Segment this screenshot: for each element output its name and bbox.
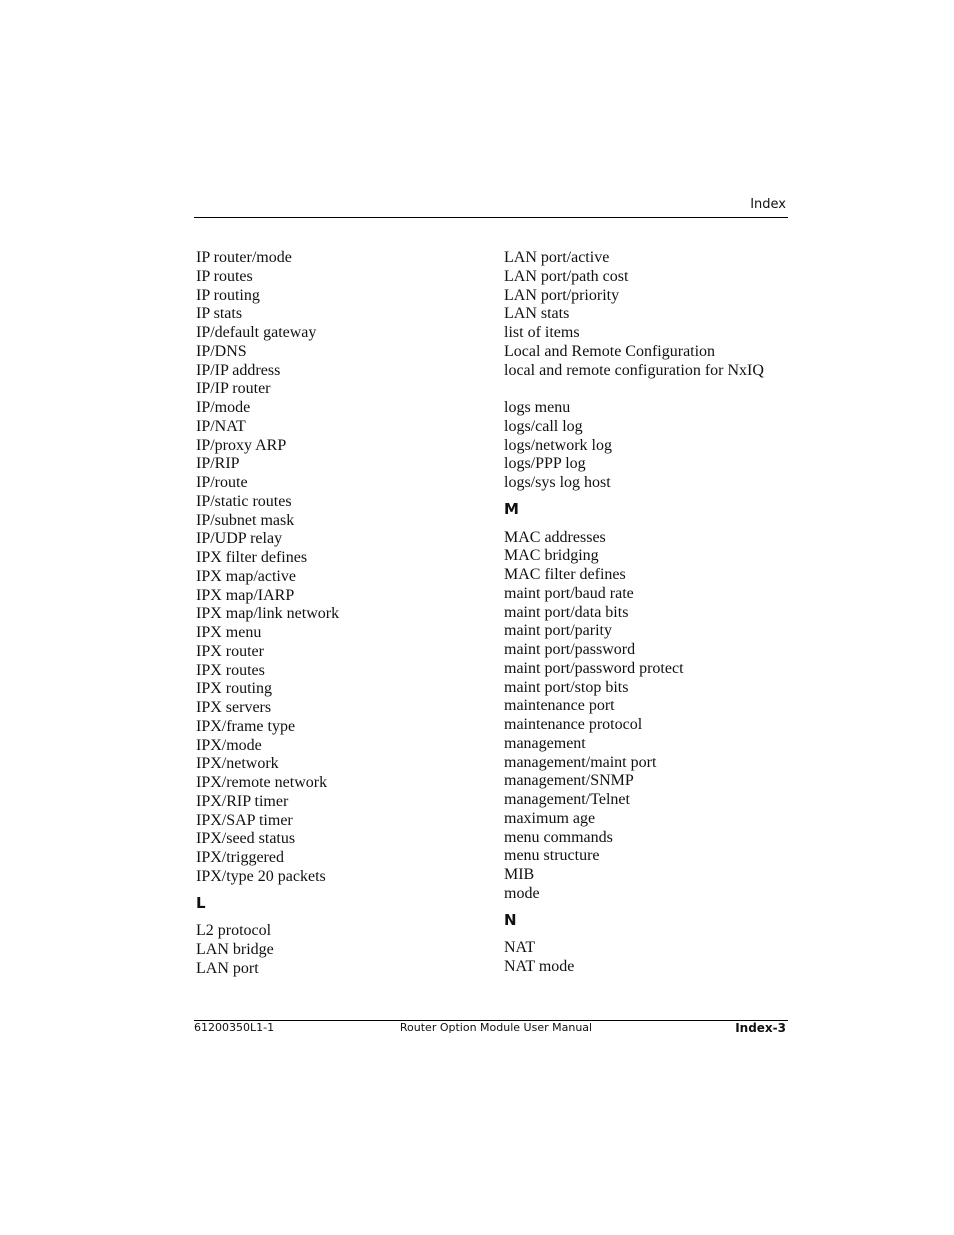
index-entry: maint port/stop bits (504, 678, 629, 696)
index-entry: MIB (504, 866, 535, 883)
entry-group: L2 protocol LAN bridge LAN port (196, 922, 339, 978)
index-entry: IP/proxy ARP (196, 436, 287, 454)
header-rule (194, 217, 788, 218)
index-entry: MAC bridging (504, 547, 599, 565)
entry-group: logs menu logs/call log logs/network log lo… (504, 399, 764, 493)
index-entry: IP/DNS (196, 342, 247, 360)
index-entry: IPX map/link network (196, 605, 340, 623)
index-entry: IPX routes (196, 661, 265, 679)
index-entry: IP/static routes (196, 492, 292, 510)
index-entry: IP/UDP relay (196, 530, 283, 548)
index-entry: local and remote configuration for NxIQ (504, 361, 764, 379)
index-entry: IP/RIP (196, 455, 240, 473)
index-entry: IPX router (196, 642, 264, 660)
index-entry: IP stats (196, 305, 243, 323)
index-entry: NAT (504, 939, 536, 957)
index-entry: IPX/network (196, 755, 279, 773)
index-entry: management (504, 734, 586, 752)
index-entry: list of items (504, 324, 580, 341)
index-entry: maint port/baud rate (504, 584, 634, 602)
index-entry: maint port/password protect (504, 659, 684, 677)
index-entry: maintenance port (504, 697, 615, 715)
index-entry: IP/route (196, 474, 248, 491)
index-entry: LAN port/priority (504, 286, 620, 304)
index-entry: IPX map/active (196, 567, 296, 585)
index-entry: IP/mode (196, 399, 251, 416)
page-number: Index-3 (735, 1021, 786, 1035)
index-entry: maintenance protocol (504, 716, 643, 733)
index-entry: IP/default gateway (196, 324, 317, 341)
index-entry: management/maint port (504, 753, 657, 771)
index-entry: LAN port (196, 959, 259, 977)
entry-group: MAC addresses MAC bridging MAC filter defi… (504, 529, 764, 904)
index-entry: L2 protocol (196, 922, 272, 940)
index-entry: menu commands (504, 828, 613, 846)
index-entry: IPX filter defines (196, 549, 308, 566)
index-entry: maint port/data bits (504, 603, 629, 621)
index-column-left: IP router/mode IP routes IP routing IP stat… (196, 249, 339, 979)
entry-group: IP router/mode IP routes IP routing IP stat… (196, 249, 339, 887)
index-entry: MAC addresses (504, 528, 606, 546)
index-column-right: LAN port/active LAN port/path cost LAN por… (504, 249, 764, 977)
section-letter-m: M (504, 499, 519, 518)
index-entry: LAN stats (504, 305, 570, 323)
index-entry: IP/IP address (196, 361, 281, 379)
index-entry: menu structure (504, 847, 600, 865)
document-page: Index IP router/mode IP routes IP routing I… (0, 0, 954, 1235)
index-entry: IPX/triggered (196, 849, 284, 866)
index-entry: MAC filter defines (504, 566, 626, 583)
index-entry: logs/sys log host (504, 474, 611, 491)
index-entry: IP router/mode (196, 249, 292, 266)
index-entry: IP routing (196, 286, 260, 304)
entry-group: NAT NAT mode (504, 939, 764, 977)
manual-title: Router Option Module User Manual (399, 1021, 593, 1034)
index-entry: Local and Remote Configuration (504, 342, 716, 360)
index-entry: management/Telnet (504, 791, 630, 808)
index-entry: LAN port/path cost (504, 267, 629, 285)
index-entry: IP routes (196, 267, 253, 285)
index-entry: LAN port/active (504, 249, 610, 266)
running-header-title: Index (750, 197, 786, 212)
index-entry: mode (504, 884, 540, 902)
index-entry: IPX/seed status (196, 830, 296, 848)
index-entry: IPX/RIP timer (196, 792, 289, 810)
index-entry: IP/subnet mask (196, 511, 295, 529)
index-entry: LAN bridge (196, 941, 274, 958)
index-entry: IPX/type 20 packets (196, 867, 326, 885)
index-entry: IPX menu (196, 624, 262, 641)
index-entry: IPX/remote network (196, 774, 328, 791)
index-entry: logs/network log (504, 436, 612, 454)
index-entry: IPX/mode (196, 736, 262, 754)
index-entry: logs/PPP log (504, 455, 586, 473)
index-entry: maint port/parity (504, 622, 612, 640)
index-entry: IPX/frame type (196, 717, 296, 735)
index-entry: IP/IP router (196, 380, 271, 398)
index-entry: maximum age (504, 809, 596, 827)
index-entry: IPX servers (196, 699, 272, 716)
index-entry: management/SNMP (504, 772, 634, 790)
section-letter-n: N (504, 910, 517, 929)
index-entry: logs/call log (504, 417, 583, 435)
index-entry: IP/NAT (196, 417, 246, 435)
index-entry: logs menu (504, 399, 571, 416)
page-footer: 61200350L1-1 Router Option Module User M… (194, 1021, 788, 1037)
index-entry: IPX map/IARP (196, 586, 295, 604)
index-entry: maint port/password (504, 641, 636, 658)
index-entry: IPX/SAP timer (196, 811, 293, 829)
entry-group: LAN port/active LAN port/path cost LAN por… (504, 249, 764, 380)
index-entry: IPX routing (196, 680, 272, 698)
section-letter-l: L (196, 893, 206, 912)
index-entry: NAT mode (504, 958, 575, 975)
